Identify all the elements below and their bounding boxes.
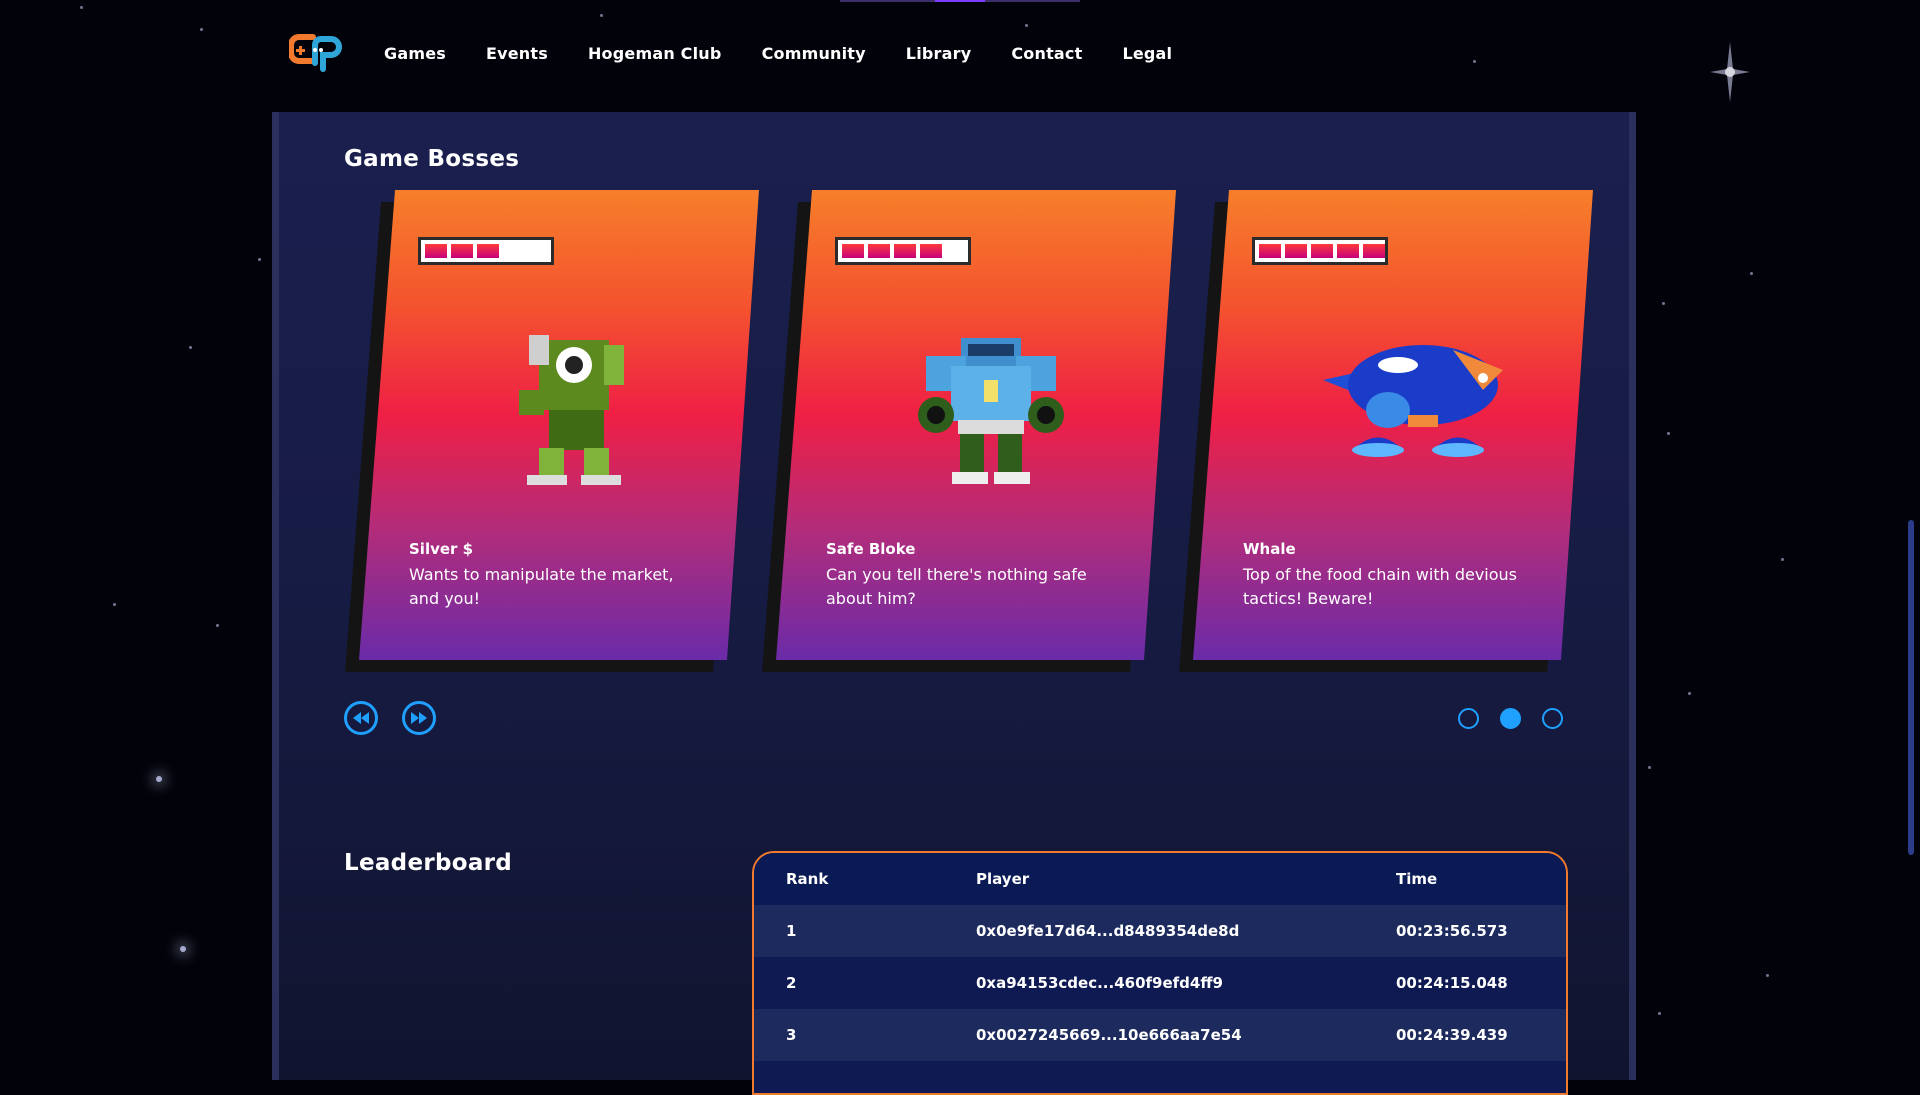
- carousel-dot-1[interactable]: [1458, 708, 1479, 729]
- boss-name: Silver $: [409, 540, 474, 558]
- top-navigation-bar: Games Events Hogeman Club Community Libr…: [0, 0, 1920, 110]
- player-cell: 0x0e9fe17d64...d8489354de8d: [976, 922, 1240, 940]
- boss-name: Safe Bloke: [826, 540, 916, 558]
- time-cell: 00:24:39.439: [1396, 1026, 1508, 1044]
- rank-cell: 1: [786, 922, 797, 940]
- table-header: Rank Player Time: [754, 853, 1566, 905]
- nav-legal[interactable]: Legal: [1122, 44, 1172, 63]
- nav-games[interactable]: Games: [384, 44, 446, 63]
- table-row: 2 0xa94153cdec...460f9efd4ff9 00:24:15.0…: [754, 957, 1566, 1009]
- nav-community[interactable]: Community: [762, 44, 866, 63]
- boss-description: Wants to manipulate the market, and you!: [409, 565, 674, 608]
- time-cell: 00:24:15.048: [1396, 974, 1508, 992]
- silver-boss-sprite-icon: [519, 335, 624, 485]
- nav-library[interactable]: Library: [906, 44, 972, 63]
- health-bar: [1252, 237, 1388, 265]
- fast-forward-icon: [411, 712, 427, 724]
- column-header-time: Time: [1396, 870, 1438, 888]
- main-nav: Games Events Hogeman Club Community Libr…: [384, 44, 1212, 63]
- boss-name: Whale: [1243, 540, 1296, 558]
- rank-cell: 3: [786, 1026, 797, 1044]
- time-cell: 00:23:56.573: [1396, 922, 1508, 940]
- nav-events[interactable]: Events: [486, 44, 548, 63]
- page-scrollbar[interactable]: [1908, 520, 1914, 855]
- health-bar: [418, 237, 554, 265]
- column-header-player: Player: [976, 870, 1030, 888]
- safe-bloke-boss-sprite-icon: [918, 338, 1064, 484]
- whale-boss-sprite-icon: [1323, 345, 1503, 457]
- nav-contact[interactable]: Contact: [1011, 44, 1082, 63]
- table-row: [754, 1061, 1566, 1093]
- boss-card-whale[interactable]: Whale Top of the food chain with devious…: [1179, 190, 1593, 672]
- boss-description: Can you tell there's nothing safe about …: [826, 565, 1087, 608]
- logo-icon[interactable]: [289, 33, 345, 75]
- nav-hogeman-club[interactable]: Hogeman Club: [588, 44, 722, 63]
- boss-description: Top of the food chain with devious tacti…: [1243, 565, 1518, 608]
- top-accent-line: [840, 0, 1080, 2]
- table-row: 1 0x0e9fe17d64...d8489354de8d 00:23:56.5…: [754, 905, 1566, 957]
- table-row: 3 0x0027245669...10e666aa7e54 00:24:39.4…: [754, 1009, 1566, 1061]
- boss-card-safe-bloke[interactable]: Safe Bloke Can you tell there's nothing …: [762, 190, 1176, 672]
- carousel-next-button[interactable]: [402, 701, 436, 735]
- game-bosses-title: Game Bosses: [344, 146, 520, 172]
- rank-cell: 2: [786, 974, 797, 992]
- leaderboard-title: Leaderboard: [344, 850, 513, 876]
- player-cell: 0x0027245669...10e666aa7e54: [976, 1026, 1242, 1044]
- column-header-rank: Rank: [786, 870, 829, 888]
- player-cell: 0xa94153cdec...460f9efd4ff9: [976, 974, 1223, 992]
- health-bar: [835, 237, 971, 265]
- rewind-icon: [353, 712, 369, 724]
- carousel-dot-2[interactable]: [1500, 708, 1521, 729]
- leaderboard-table: Rank Player Time 1 0x0e9fe17d64...d84893…: [752, 851, 1568, 1095]
- carousel-dot-3[interactable]: [1542, 708, 1563, 729]
- carousel-prev-button[interactable]: [344, 701, 378, 735]
- boss-card-silver[interactable]: Silver $ Wants to manipulate the market,…: [345, 190, 759, 672]
